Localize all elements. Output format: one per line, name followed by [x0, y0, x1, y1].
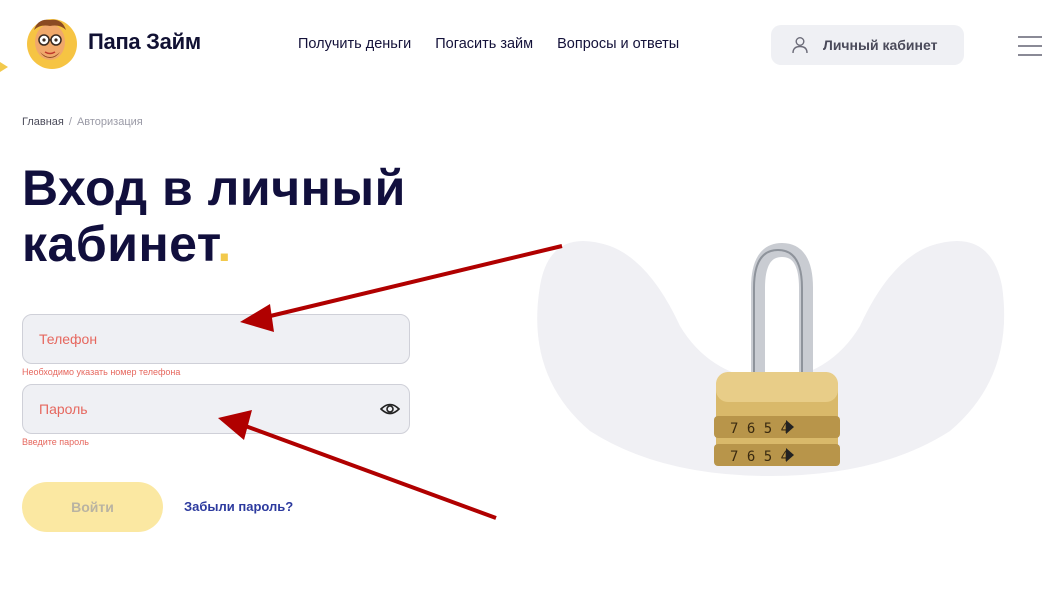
logo-face-icon [27, 19, 77, 69]
breadcrumb: Главная / Авторизация [22, 116, 143, 128]
forgot-password-link[interactable]: Забыли пароль? [184, 499, 293, 514]
phone-field-wrapper [22, 314, 410, 364]
user-icon [792, 37, 808, 54]
svg-text:7 6 5 4: 7 6 5 4 [730, 449, 789, 465]
phone-input[interactable] [23, 315, 409, 363]
decorative-yellow-mark [0, 62, 8, 72]
breadcrumb-home[interactable]: Главная [22, 116, 64, 128]
breadcrumb-separator: / [68, 116, 72, 128]
main-nav: Получить деньги Погасить займ Вопросы и … [298, 36, 679, 52]
phone-error-text: Необходимо указать номер телефона [22, 367, 181, 377]
svg-text:7 6 5 4: 7 6 5 4 [730, 421, 789, 437]
page-title-line1: Вход в личный [22, 160, 406, 216]
nav-item-repay-loan[interactable]: Погасить займ [435, 36, 533, 52]
eye-icon[interactable] [380, 401, 400, 417]
login-button[interactable]: Войти [22, 482, 163, 532]
password-field-wrapper [22, 384, 410, 434]
page-title-line2: кабинет [22, 216, 218, 272]
page-title: Вход в личный кабинет. [22, 160, 482, 272]
nav-item-faq[interactable]: Вопросы и ответы [557, 36, 679, 52]
password-error-text: Введите пароль [22, 437, 89, 447]
account-button[interactable]: Личный кабинет [771, 25, 964, 65]
site-header: Папа Займ Получить деньги Погасить займ … [0, 0, 1042, 90]
title-dot: . [217, 216, 232, 272]
nav-item-get-money[interactable]: Получить деньги [298, 36, 411, 52]
account-label: Личный кабинет [823, 37, 938, 53]
password-input[interactable] [23, 385, 409, 433]
logo-text: Папа Займ [88, 29, 201, 54]
menu-icon[interactable] [1018, 36, 1042, 56]
padlock-illustration: 7 6 5 4 7 6 5 4 [537, 241, 1005, 476]
breadcrumb-current: Авторизация [76, 116, 143, 128]
logo[interactable]: Папа Займ [20, 14, 201, 70]
